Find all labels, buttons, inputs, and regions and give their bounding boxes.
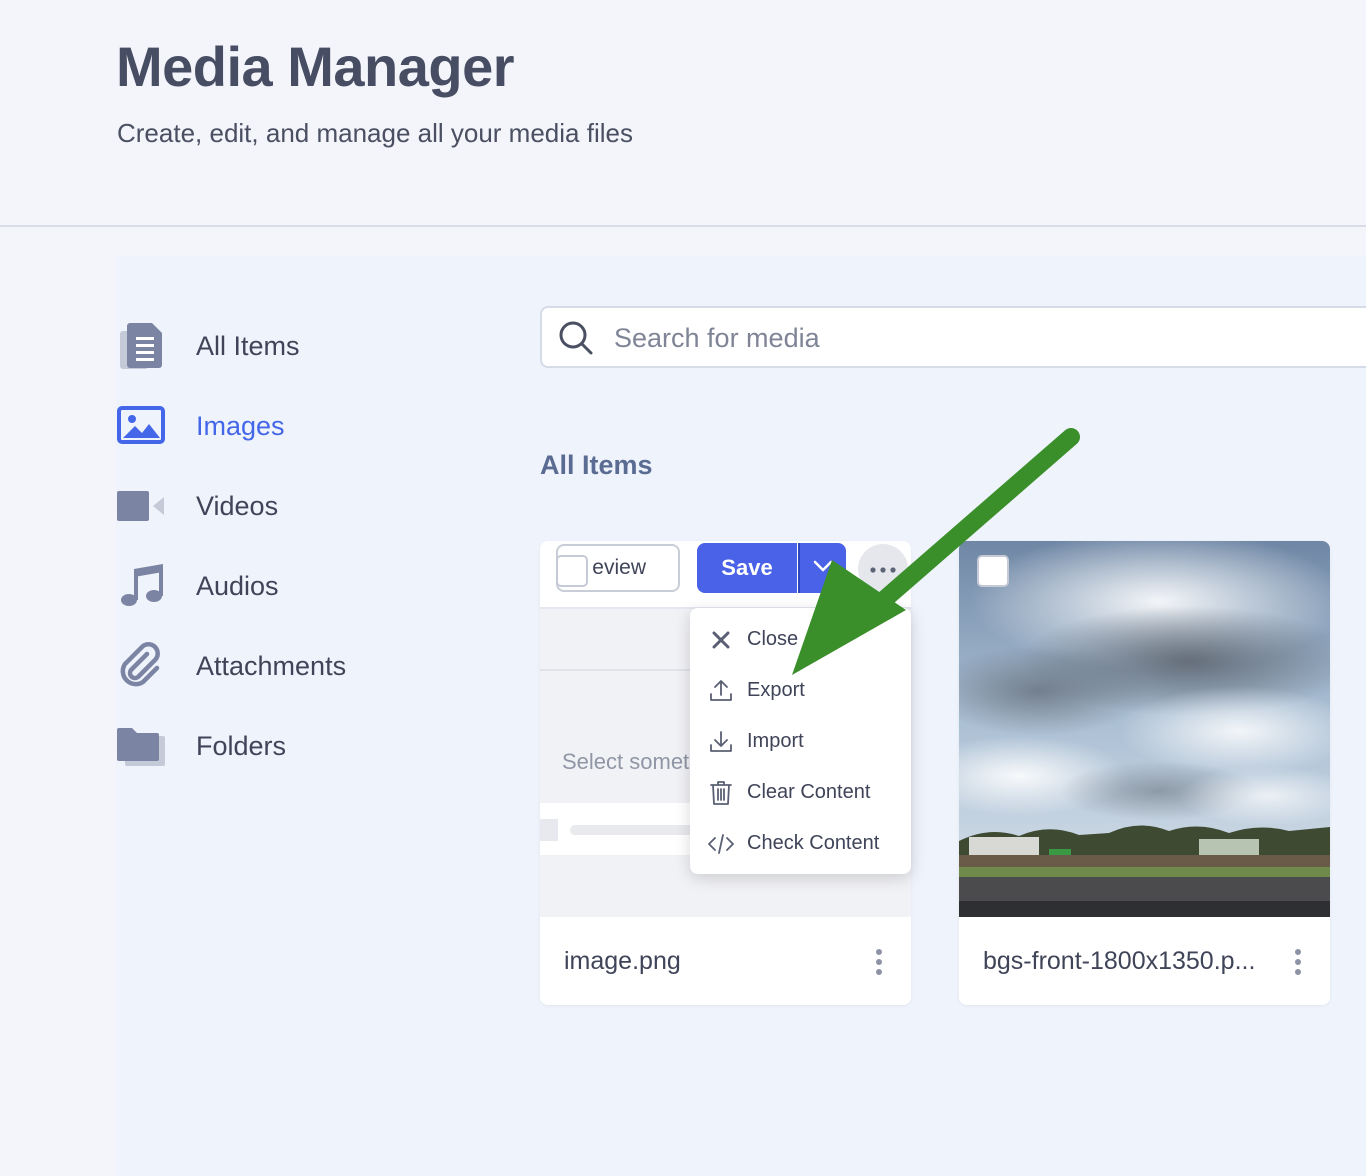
menu-item-clear-content[interactable]: Clear Content [690,770,911,816]
sidebar-item-folders[interactable]: Folders [116,716,476,776]
search-icon [558,320,594,361]
card-thumbnail [959,541,1330,917]
page-title: Media Manager [116,35,515,98]
page-subtitle: Create, edit, and manage all your media … [117,118,633,148]
menu-item-export[interactable]: Export [690,668,911,714]
upload-icon [708,678,734,704]
menu-item-label: Close [747,628,799,650]
menu-item-label: Check Content [747,832,880,854]
menu-item-check-content[interactable]: Check Content [690,821,911,867]
chevron-down-icon [813,559,833,577]
video-icon [116,481,166,531]
sidebar-item-label: Images [196,410,285,441]
main-content: All Items Images Videos Audios Attachmen… [116,256,1366,1176]
music-note-icon [116,561,166,611]
more-options-menu: Close Export Import Clear Content Check … [690,608,911,874]
media-card[interactable]: bgs-front-1800x1350.p... [959,541,1330,1005]
search-bar [540,306,1366,368]
sidebar-item-all-items[interactable]: All Items [116,316,476,376]
sidebar-item-attachments[interactable]: Attachments [116,636,476,696]
sidebar-item-videos[interactable]: Videos [116,476,476,536]
code-icon [708,831,734,857]
search-input[interactable] [612,316,1316,360]
card-footer: bgs-front-1800x1350.p... [959,917,1330,1005]
select-text: Select somet [562,749,690,774]
sidebar-item-label: Videos [196,490,279,521]
paperclip-icon [116,641,166,691]
sidebar-item-audios[interactable]: Audios [116,556,476,616]
sidebar-item-images[interactable]: Images [116,396,476,456]
kebab-menu-icon[interactable] [875,949,883,975]
section-title: All Items [540,450,653,480]
select-checkbox[interactable] [977,555,1009,587]
menu-item-label: Clear Content [747,781,871,803]
menu-item-label: Export [747,679,805,701]
kebab-menu-icon[interactable] [1294,949,1302,975]
sidebar-item-label: Audios [196,570,279,601]
menu-item-import[interactable]: Import [690,719,911,765]
more-options-button [858,544,908,594]
file-name: bgs-front-1800x1350.p... [983,947,1256,975]
download-icon [708,729,734,755]
select-checkbox[interactable] [556,555,588,587]
sky-photo-thumbnail [959,541,1330,917]
save-button: Save [697,543,797,593]
sidebar-item-label: Attachments [196,650,347,681]
close-icon [708,627,734,653]
sidebar-item-label: All Items [196,330,300,361]
image-icon [116,401,166,451]
documents-icon [116,321,166,371]
card-footer: image.png [540,917,911,1005]
thumbnail-toolbar: eview Save [540,541,911,609]
trash-icon [708,780,734,806]
page-header: Media Manager Create, edit, and manage a… [0,0,1366,227]
sidebar-item-label: Folders [196,730,287,761]
folder-icon [116,721,166,771]
save-options-button [798,543,846,593]
ellipsis-icon [870,560,896,578]
file-name: image.png [564,947,681,975]
menu-item-label: Import [747,730,804,752]
menu-item-close[interactable]: Close [690,617,911,663]
